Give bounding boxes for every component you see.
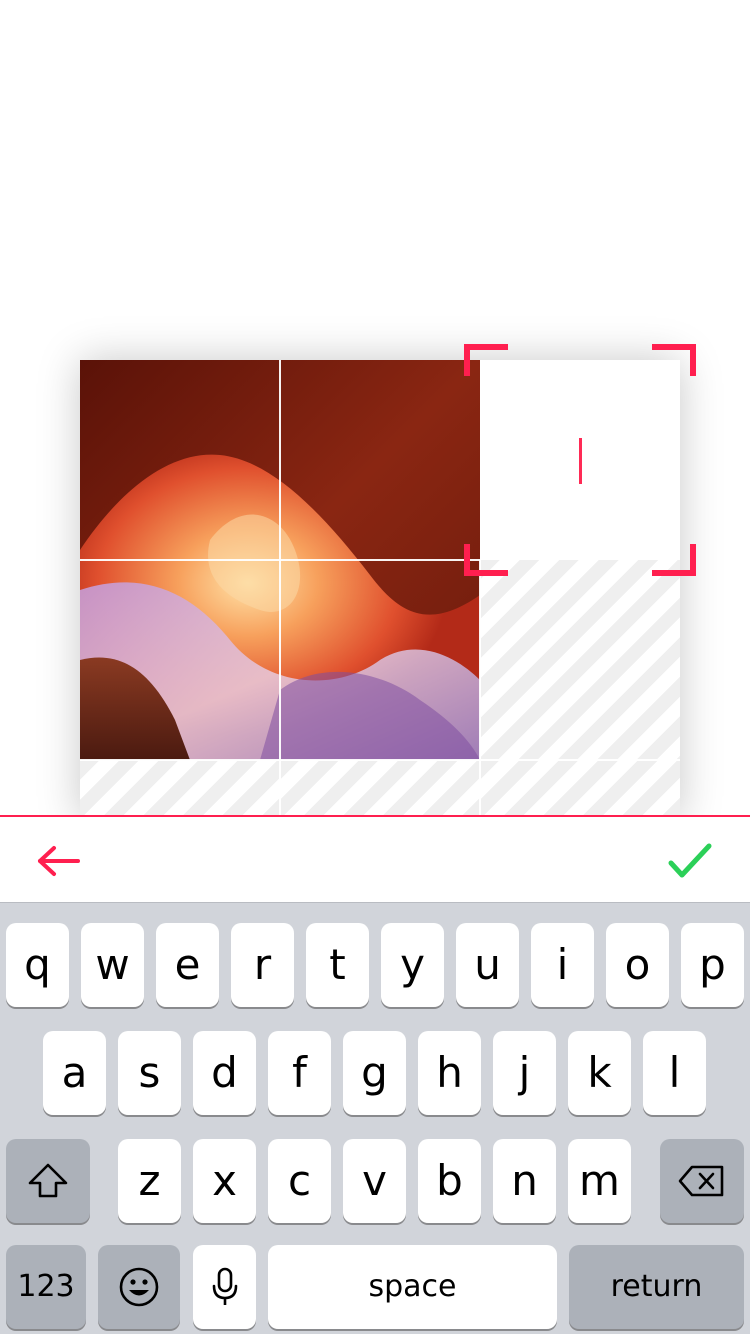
key-y[interactable]: y — [381, 923, 444, 1007]
key-label: z — [138, 1156, 161, 1205]
key-o[interactable]: o — [606, 923, 669, 1007]
key-x[interactable]: x — [193, 1139, 256, 1223]
screen: q w e r t y u i o p a s d f g h j k l z … — [0, 0, 750, 1334]
numbers-key[interactable]: 123 — [6, 1245, 86, 1329]
key-label: i — [556, 940, 569, 989]
emoji-key[interactable] — [98, 1245, 180, 1329]
space-key[interactable]: space — [268, 1245, 557, 1329]
key-p[interactable]: p — [681, 923, 744, 1007]
numbers-key-label: 123 — [17, 1269, 75, 1304]
key-label: x — [212, 1156, 237, 1205]
text-cell[interactable] — [480, 360, 680, 560]
key-l[interactable]: l — [643, 1031, 706, 1115]
empty-cell[interactable] — [480, 560, 680, 760]
key-label: m — [579, 1156, 620, 1205]
delete-key[interactable] — [660, 1139, 744, 1223]
key-label: j — [518, 1048, 531, 1097]
key-k[interactable]: k — [568, 1031, 631, 1115]
key-label: p — [699, 940, 726, 989]
key-h[interactable]: h — [418, 1031, 481, 1115]
key-label: s — [138, 1048, 161, 1097]
key-label: l — [668, 1048, 681, 1097]
key-label: q — [24, 940, 51, 989]
key-z[interactable]: z — [118, 1139, 181, 1223]
shift-icon — [28, 1163, 68, 1198]
key-g[interactable]: g — [343, 1031, 406, 1115]
key-q[interactable]: q — [6, 923, 69, 1007]
key-c[interactable]: c — [268, 1139, 331, 1223]
empty-cell[interactable] — [80, 760, 280, 820]
key-m[interactable]: m — [568, 1139, 631, 1223]
key-b[interactable]: b — [418, 1139, 481, 1223]
checkmark-icon — [668, 843, 712, 878]
empty-cell[interactable] — [480, 760, 680, 820]
key-w[interactable]: w — [81, 923, 144, 1007]
key-label: r — [253, 940, 272, 989]
return-key[interactable]: return — [569, 1245, 744, 1329]
key-u[interactable]: u — [456, 923, 519, 1007]
key-label: o — [624, 940, 651, 989]
delete-icon — [678, 1165, 724, 1197]
key-e[interactable]: e — [156, 923, 219, 1007]
key-v[interactable]: v — [343, 1139, 406, 1223]
key-label: w — [95, 940, 130, 989]
key-a[interactable]: a — [43, 1031, 106, 1115]
key-label: y — [400, 940, 425, 989]
key-label: f — [292, 1048, 307, 1097]
key-label: g — [361, 1048, 388, 1097]
key-label: d — [211, 1048, 238, 1097]
text-caret — [579, 438, 582, 484]
editor-toolbar — [0, 815, 750, 902]
keyboard: q w e r t y u i o p a s d f g h j k l z … — [0, 902, 750, 1334]
key-r[interactable]: r — [231, 923, 294, 1007]
selection-corner-bottom-right[interactable] — [652, 544, 696, 576]
grid-line — [80, 759, 680, 761]
grid-line — [479, 560, 481, 820]
key-s[interactable]: s — [118, 1031, 181, 1115]
key-t[interactable]: t — [306, 923, 369, 1007]
key-label: a — [61, 1048, 88, 1097]
emoji-icon — [119, 1267, 159, 1307]
key-j[interactable]: j — [493, 1031, 556, 1115]
key-label: v — [362, 1156, 387, 1205]
arrow-left-icon — [38, 846, 80, 876]
key-n[interactable]: n — [493, 1139, 556, 1223]
key-f[interactable]: f — [268, 1031, 331, 1115]
back-button[interactable] — [30, 839, 90, 883]
key-label: n — [511, 1156, 538, 1205]
dictation-key[interactable] — [193, 1245, 256, 1329]
key-label: c — [287, 1156, 312, 1205]
key-d[interactable]: d — [193, 1031, 256, 1115]
done-button[interactable] — [662, 837, 718, 885]
key-label: u — [474, 940, 501, 989]
key-label: b — [436, 1156, 463, 1205]
collage-canvas[interactable] — [80, 360, 680, 820]
key-label: t — [329, 940, 346, 989]
selection-corner-bottom-left[interactable] — [464, 544, 508, 576]
key-label: k — [587, 1048, 612, 1097]
selection-corner-top-right[interactable] — [652, 344, 696, 376]
key-i[interactable]: i — [531, 923, 594, 1007]
return-key-label: return — [610, 1269, 703, 1304]
empty-cell[interactable] — [280, 760, 480, 820]
microphone-icon — [212, 1267, 237, 1305]
selection-corner-top-left[interactable] — [464, 344, 508, 376]
grid-line — [279, 360, 281, 820]
key-label: h — [436, 1048, 463, 1097]
shift-key[interactable] — [6, 1139, 90, 1223]
space-key-label: space — [368, 1269, 457, 1304]
key-label: e — [174, 940, 201, 989]
grid-line — [80, 559, 480, 561]
